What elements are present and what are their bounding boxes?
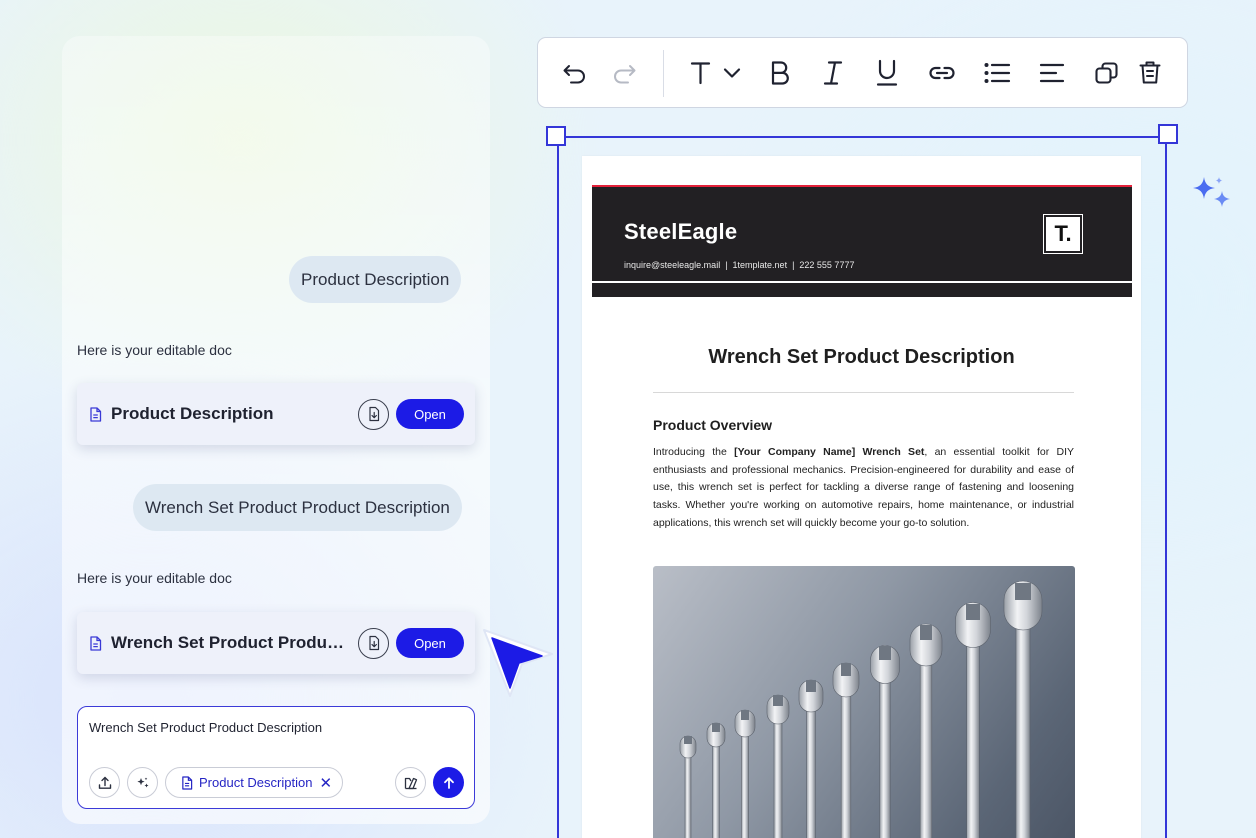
text-style-dropdown[interactable] [688,58,748,88]
editor-toolbar [537,37,1188,108]
document-file-icon [89,406,103,422]
image-template-icon [404,777,417,789]
undo-button[interactable] [560,58,590,88]
document-page[interactable]: SteelEagle inquire@steeleagle.mail | 1te… [582,156,1141,838]
doc-card-title: Wrench Set Product Product Description [111,633,348,652]
wrench-set-image [679,580,1043,838]
pointer-cursor-icon [478,626,558,715]
template-gallery-button[interactable] [395,767,426,798]
doc-card[interactable]: Product Description Open [77,383,475,445]
attached-doc-chip[interactable]: Product Description ✕ [165,767,343,798]
doc-title[interactable]: Wrench Set Product Description [582,346,1141,369]
bold-icon [771,61,789,85]
assistant-message: Here is your editable doc [77,570,232,586]
header-divider [592,281,1132,283]
redo-icon [614,65,636,84]
duplicate-button[interactable] [1092,58,1122,88]
resize-handle-top-right[interactable] [1158,124,1178,144]
download-file-icon [368,635,379,651]
assistant-message: Here is your editable doc [77,342,232,358]
user-message-bubble: Product Description [289,256,462,303]
text-style-icon [690,62,741,85]
download-file-icon [368,406,379,422]
close-icon[interactable]: ✕ [319,774,332,792]
duplicate-icon [1095,62,1118,84]
download-button[interactable] [358,398,389,430]
composer-input[interactable]: Wrench Set Product Product Description [89,720,322,735]
para-bold: [Your Company Name] Wrench Set [734,446,925,458]
sparkle-icon [136,777,148,787]
para-rest: , an essential toolkit for DIY enthusias… [653,446,1074,529]
undo-icon [563,65,585,84]
ai-enhance-button[interactable] [127,767,158,798]
bullet-list-icon [984,63,1011,83]
message-composer[interactable]: Wrench Set Product Product Description P… [77,706,475,809]
open-button[interactable]: Open [396,399,464,429]
document-file-icon [89,635,103,651]
user-message-bubble: Wrench Set Product Product Description [133,484,462,531]
title-divider [653,392,1074,393]
align-button[interactable] [1037,58,1067,88]
overview-paragraph[interactable]: Introducing the [Your Company Name] Wren… [653,444,1074,533]
upload-icon [98,776,111,789]
doc-card-title: Product Description [111,404,274,423]
header-accent-line [592,185,1132,187]
link-button[interactable] [927,58,957,88]
upload-button[interactable] [89,767,120,798]
toolbar-divider [663,50,664,97]
doc-header: SteelEagle inquire@steeleagle.mail | 1te… [592,185,1132,297]
chip-label: Product Description [199,775,313,790]
underline-icon [876,59,898,86]
redo-button[interactable] [609,58,639,88]
resize-handle-top-left[interactable] [546,126,566,146]
bold-button[interactable] [765,58,795,88]
wrench-set-photo[interactable] [653,566,1075,838]
delete-icon [1139,61,1161,84]
sparkle-icon [1190,175,1236,220]
document-file-icon [182,775,193,790]
bullet-list-button[interactable] [982,58,1012,88]
doc-card[interactable]: Wrench Set Product Product Description O… [77,612,475,674]
arrow-up-icon [443,776,454,789]
brand-name: SteelEagle [624,219,738,244]
align-left-icon [1039,63,1065,83]
delete-button[interactable] [1135,58,1165,88]
contact-line: inquire@steeleagle.mail | 1template.net … [624,260,855,270]
template-logo: T. [1043,214,1083,254]
send-button[interactable] [433,767,464,798]
section-heading[interactable]: Product Overview [653,417,772,433]
italic-button[interactable] [818,58,848,88]
link-icon [929,66,955,80]
open-button[interactable]: Open [396,628,464,658]
para-intro: Introducing the [653,446,735,458]
italic-icon [823,61,843,85]
download-button[interactable] [358,627,389,659]
underline-button[interactable] [872,58,902,88]
